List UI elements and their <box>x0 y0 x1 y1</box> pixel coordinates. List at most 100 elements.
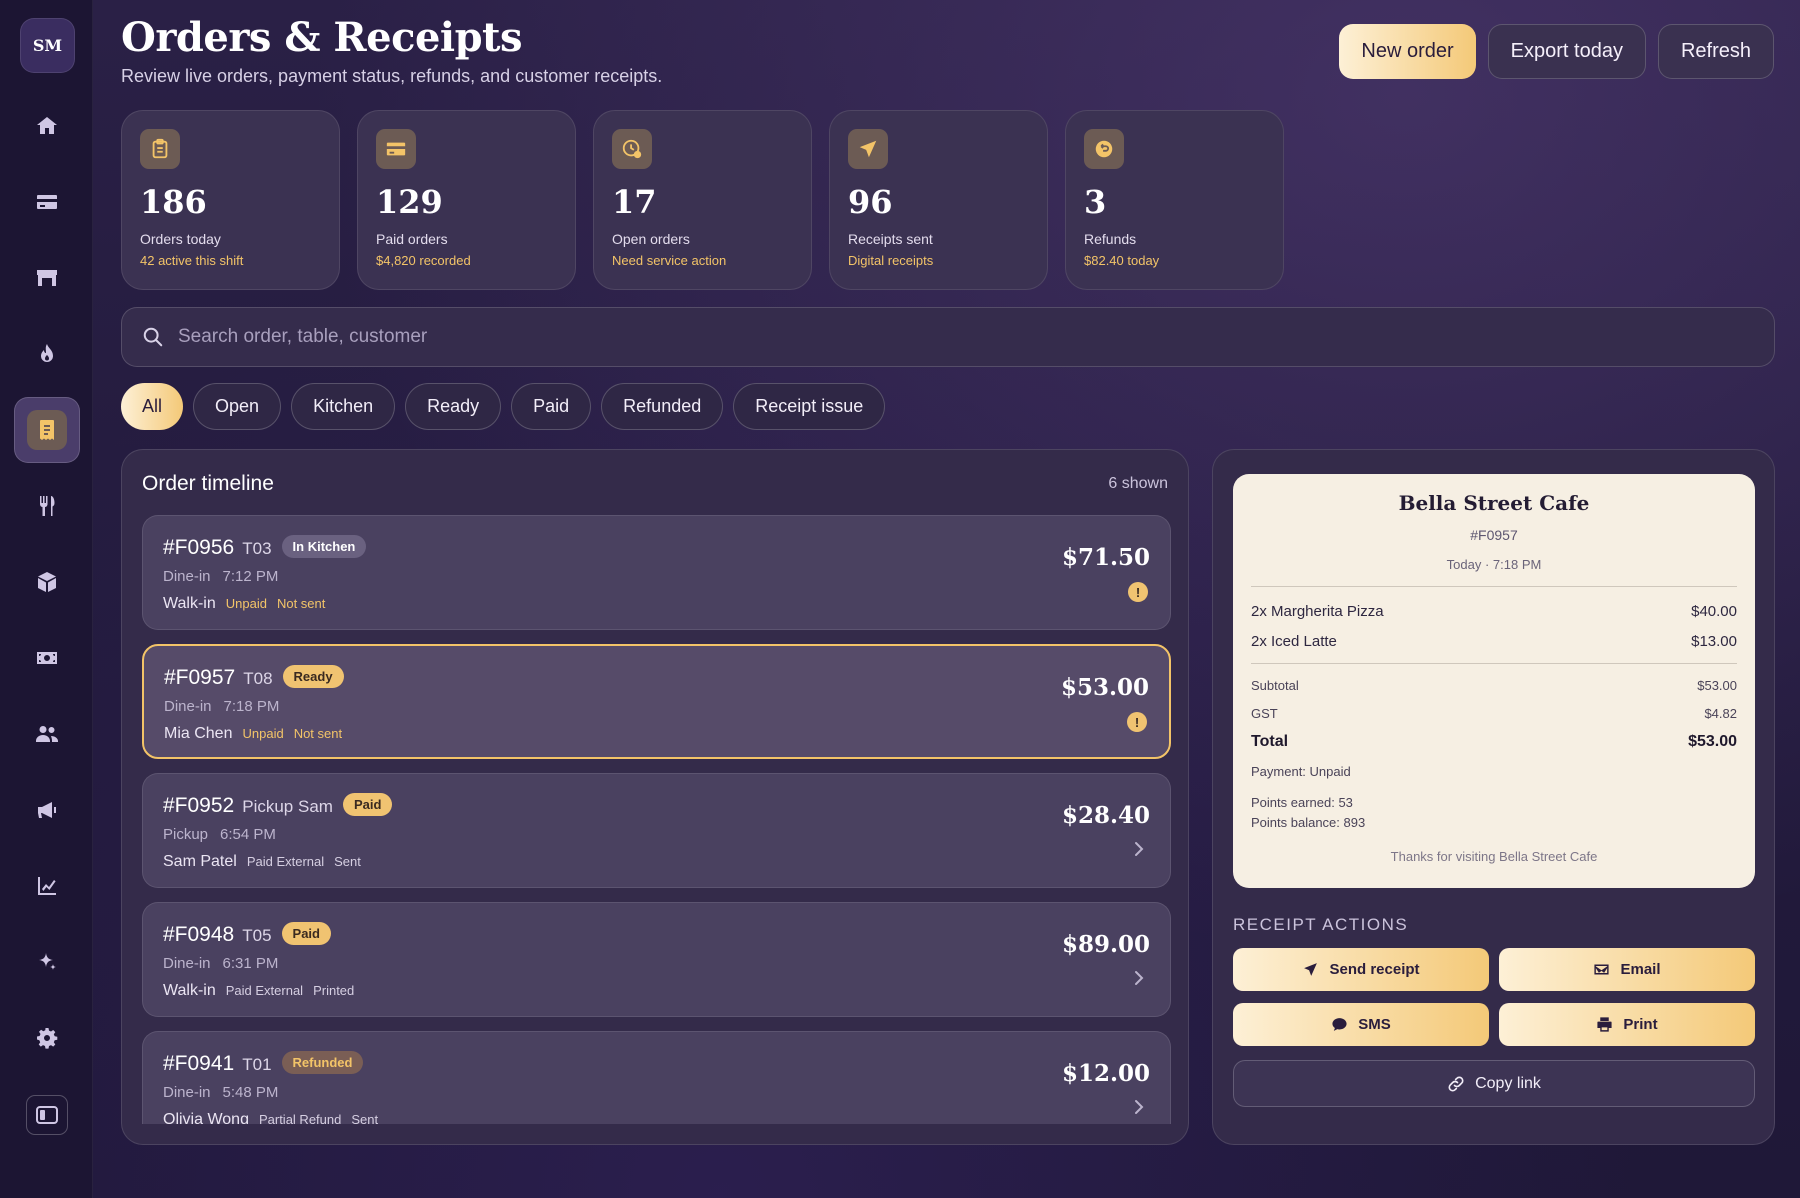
order-time: 7:12 PM <box>222 568 279 585</box>
stat-label: Open orders <box>612 231 690 247</box>
store-icon <box>37 270 57 286</box>
copy-link-button[interactable]: Copy link <box>1233 1060 1755 1107</box>
stat-label: Refunds <box>1084 231 1137 247</box>
search-bar[interactable] <box>121 307 1775 367</box>
order-table: Pickup Sam <box>242 797 333 816</box>
nav-reports[interactable] <box>14 853 80 919</box>
receipt-total: Total $53.00 <box>1251 733 1737 751</box>
order-type: Dine-in <box>164 698 212 715</box>
nav-payments[interactable] <box>14 169 80 235</box>
payment-status: Partial Refund <box>258 1112 342 1124</box>
customer-name: Sam Patel <box>163 853 237 870</box>
sidebar-collapse-button[interactable] <box>26 1095 68 1135</box>
filter-chip-open[interactable]: Open <box>193 383 282 430</box>
nav-orders-icon-box <box>27 410 67 450</box>
search-input[interactable] <box>178 326 1678 348</box>
nav-inventory[interactable] <box>14 549 80 615</box>
stat-value: 17 <box>612 183 657 221</box>
brand-logo[interactable]: SM <box>20 18 75 73</box>
filter-chip-ready[interactable]: Ready <box>405 383 502 430</box>
filter-chip-receipt-issue[interactable]: Receipt issue <box>733 383 886 430</box>
order-time: 7:18 PM <box>223 698 280 715</box>
order-row[interactable]: #F0952 Pickup Sam Paid Pickup 6:54 PM Sam P… <box>142 773 1171 888</box>
flame-icon <box>41 344 53 362</box>
item-price: $13.00 <box>1691 633 1737 650</box>
order-time: 5:48 PM <box>222 1084 279 1101</box>
nav-home[interactable] <box>14 93 80 159</box>
utensils-icon <box>39 496 55 516</box>
clock-alert-icon <box>612 129 652 169</box>
item-name: 2x Iced Latte <box>1251 633 1337 650</box>
receipt-status: Not sent <box>276 596 326 611</box>
filter-chip-all[interactable]: All <box>121 383 184 430</box>
order-type: Dine-in <box>163 955 211 972</box>
filter-chip-paid[interactable]: Paid <box>511 383 592 430</box>
stat-label: Paid orders <box>376 231 448 247</box>
receipt-status: Not sent <box>293 726 343 741</box>
sms-button[interactable]: SMS <box>1233 1003 1489 1046</box>
order-time: 6:31 PM <box>222 955 279 972</box>
sparkle-icon <box>39 953 56 970</box>
link-icon <box>1448 1076 1464 1091</box>
filter-chip-refunded[interactable]: Refunded <box>601 383 724 430</box>
stat-value: 3 <box>1084 183 1107 221</box>
order-id: #F0948 <box>163 923 235 946</box>
receipt-subtotal: Subtotal $53.00 <box>1251 678 1737 693</box>
receipt-line-item: 2x Margherita Pizza $40.00 <box>1251 603 1737 620</box>
receipt-points-earned: Points earned: 53 <box>1251 795 1353 810</box>
card-icon <box>37 195 57 209</box>
email-button[interactable]: Email <box>1499 948 1755 991</box>
receipt-gst: GST $4.82 <box>1251 706 1737 721</box>
total-label: Total <box>1251 733 1289 750</box>
order-row[interactable]: #F0956 T03 In Kitchen Dine-in 7:12 PM Walk-… <box>142 515 1171 630</box>
refresh-button[interactable]: Refresh <box>1657 24 1774 79</box>
home-icon <box>37 117 57 134</box>
order-amount: $12.00 <box>1061 1060 1150 1087</box>
nav-kitchen[interactable] <box>14 321 80 387</box>
stat-sublabel: $4,820 recorded <box>376 253 471 268</box>
order-list[interactable]: #F0956 T03 In Kitchen Dine-in 7:12 PM Walk-… <box>142 515 1171 1124</box>
nav-store[interactable] <box>14 245 80 311</box>
export-today-button[interactable]: Export today <box>1487 24 1646 79</box>
nav-customers[interactable] <box>14 701 80 767</box>
nav-cash[interactable] <box>14 625 80 691</box>
print-label: Print <box>1623 1016 1658 1033</box>
order-type: Dine-in <box>163 1084 211 1101</box>
page-title: Orders & Receipts <box>121 14 523 61</box>
nav-ai[interactable] <box>14 929 80 995</box>
receipt-line-item: 2x Iced Latte $13.00 <box>1251 633 1737 650</box>
nav-settings[interactable] <box>14 1005 80 1071</box>
order-table: T05 <box>242 926 272 945</box>
print-button[interactable]: Print <box>1499 1003 1755 1046</box>
receipt-panel: Bella Street Cafe #F0957 Today · 7:18 PM… <box>1212 449 1775 1145</box>
order-table: T03 <box>242 539 272 558</box>
order-amount: $53.00 <box>1060 674 1149 701</box>
order-row[interactable]: #F0948 T05 Paid Dine-in 6:31 PM Walk-in Paid… <box>142 902 1171 1017</box>
stats-row: 186 Orders today 42 active this shift 12… <box>121 110 1284 290</box>
order-row-selected[interactable]: #F0957 T08 Ready Dine-in 7:18 PM Mia Chen Un… <box>142 644 1171 759</box>
search-icon <box>143 327 163 347</box>
alert-icon: ! <box>1128 582 1148 602</box>
nav-orders[interactable] <box>14 397 80 463</box>
nav-menu[interactable] <box>14 473 80 539</box>
stat-sublabel: Digital receipts <box>848 253 934 268</box>
receipt-points-balance: Points balance: 893 <box>1251 815 1366 830</box>
send-receipt-button[interactable]: Send receipt <box>1233 948 1489 991</box>
refund-icon <box>1084 129 1124 169</box>
customer-name: Walk-in <box>163 982 216 999</box>
filter-chip-kitchen[interactable]: Kitchen <box>291 383 396 430</box>
users-icon <box>36 726 58 742</box>
order-amount: $28.40 <box>1061 802 1150 829</box>
nav-marketing[interactable] <box>14 777 80 843</box>
total-value: $53.00 <box>1688 733 1737 750</box>
new-order-button[interactable]: New order <box>1339 24 1476 79</box>
stat-card-receipts-sent: 96 Receipts sent Digital receipts <box>829 110 1048 290</box>
chevron-right-icon <box>1135 842 1144 856</box>
subtotal-label: Subtotal <box>1251 678 1299 693</box>
receipt-preview: Bella Street Cafe #F0957 Today · 7:18 PM… <box>1233 474 1755 888</box>
stat-sublabel: $82.40 today <box>1084 253 1160 268</box>
status-badge: Paid <box>342 792 393 816</box>
stat-sublabel: 42 active this shift <box>140 253 244 268</box>
order-row[interactable]: #F0941 T01 Refunded Dine-in 5:48 PM Olivia … <box>142 1031 1171 1124</box>
send-receipt-label: Send receipt <box>1329 961 1420 978</box>
